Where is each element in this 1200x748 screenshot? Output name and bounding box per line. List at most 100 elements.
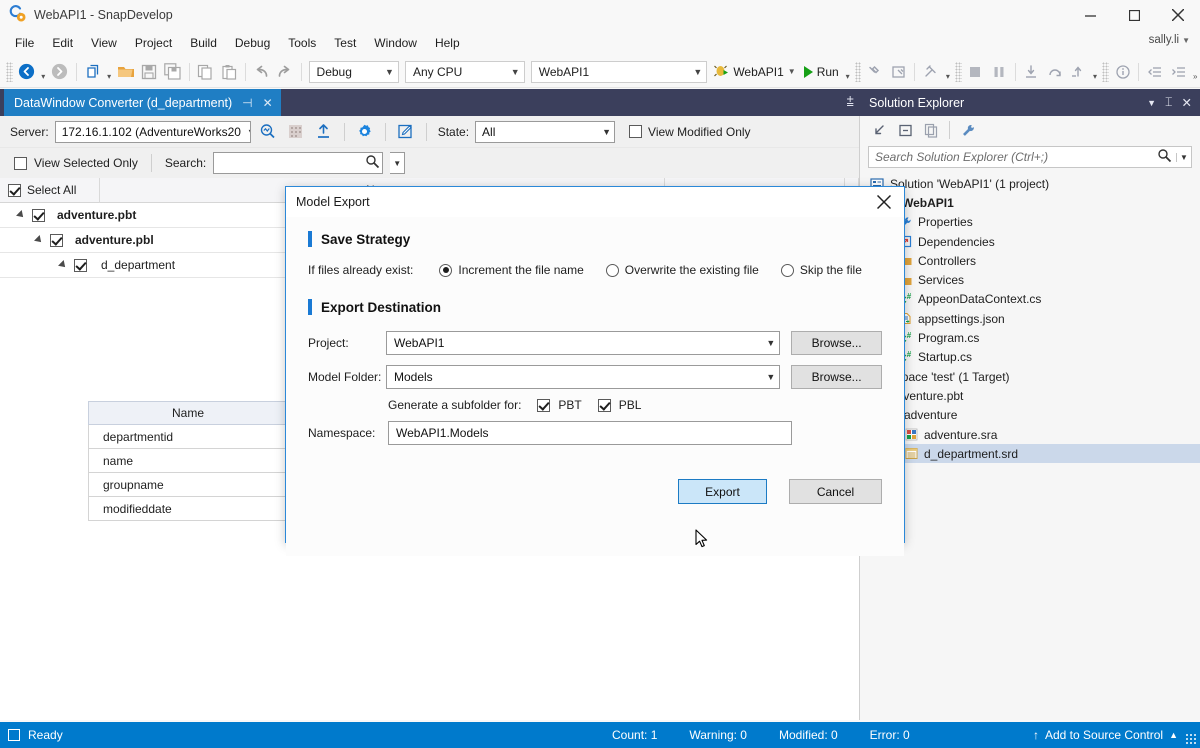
search-icon[interactable] (1157, 148, 1176, 166)
toolbar-overflow-icon[interactable]: » (1190, 60, 1200, 84)
close-icon[interactable] (864, 187, 904, 217)
radio-overwrite-existing-file[interactable]: Overwrite the existing file (605, 263, 759, 277)
hammer-icon[interactable] (863, 60, 887, 84)
stop-icon[interactable] (964, 60, 988, 84)
inspect-query-icon[interactable] (257, 121, 279, 143)
solution-explorer-search[interactable]: Search Solution Explorer (Ctrl+;) ▼ (868, 146, 1192, 168)
tree-item-appsettings[interactable]: appsettings.json (860, 309, 1200, 328)
expander-icon[interactable] (34, 235, 44, 245)
cancel-button[interactable]: Cancel (789, 479, 882, 504)
menu-item-view[interactable]: View (82, 32, 126, 54)
tab-overflow-icon[interactable]: ⩲ (846, 94, 854, 110)
show-all-files-icon[interactable] (894, 119, 916, 141)
row-checkbox[interactable] (32, 208, 45, 222)
step-over-icon[interactable] (1043, 60, 1067, 84)
rebuild-caret-icon[interactable]: ▾ (943, 60, 953, 84)
paste-icon[interactable] (217, 60, 241, 84)
copy-icon[interactable] (194, 60, 218, 84)
pause-icon[interactable] (987, 60, 1011, 84)
settings-gear-icon[interactable] (354, 121, 376, 143)
search-icon[interactable] (365, 154, 380, 172)
outdent-icon[interactable] (1143, 60, 1167, 84)
open-folder-icon[interactable] (114, 60, 138, 84)
tree-item-program[interactable]: C# Program.cs (860, 328, 1200, 347)
expander-icon[interactable] (16, 210, 26, 220)
row-checkbox[interactable] (74, 258, 87, 272)
add-to-source-control-button[interactable]: ↑ Add to Source Control ▲ (1033, 728, 1178, 742)
menu-item-help[interactable]: Help (426, 32, 469, 54)
menu-item-tools[interactable]: Tools (279, 32, 325, 54)
step-into-icon[interactable] (1020, 60, 1044, 84)
new-item-icon[interactable] (81, 60, 105, 84)
export-button[interactable]: Export (678, 479, 767, 504)
pin-icon[interactable]: ⊣ (242, 96, 252, 110)
startup-project-combo[interactable]: WebAPI1 ▼ (530, 60, 708, 83)
close-icon[interactable]: ✕ (263, 96, 273, 110)
tree-item-solution[interactable]: Solution 'WebAPI1' (1 project) (860, 174, 1200, 193)
forward-arrow-icon[interactable] (48, 60, 72, 84)
step-out-icon[interactable] (1067, 60, 1091, 84)
radio-skip-file[interactable]: Skip the file (780, 263, 862, 277)
search-input-wrap[interactable] (213, 152, 384, 174)
toolbar-grip-4[interactable] (1101, 61, 1109, 82)
collapse-all-icon[interactable] (868, 119, 890, 141)
tree-item-adventure-sra[interactable]: adventure.sra (860, 425, 1200, 444)
tree-item-appeondatacontext[interactable]: C# AppeonDataContext.cs (860, 290, 1200, 309)
radio-button[interactable] (780, 263, 794, 277)
row-checkbox[interactable] (50, 233, 63, 247)
radio-button[interactable] (605, 263, 619, 277)
configuration-combo[interactable]: Debug ▼ (308, 60, 399, 83)
run-button[interactable]: Run (800, 65, 843, 79)
debug-target-button[interactable]: WebAPI1 ▼ (710, 63, 799, 81)
state-combo[interactable]: All ▼ (475, 120, 616, 143)
tree-item-dependencies[interactable]: Dependencies (860, 232, 1200, 251)
properties-wrench-icon[interactable] (957, 119, 979, 141)
user-account-menu[interactable]: sally.li ▼ (1149, 34, 1190, 46)
tree-item-d-department-srd[interactable]: d_department.srd (860, 444, 1200, 464)
document-tab-datawindow-converter[interactable]: DataWindow Converter (d_department) ⊣ ✕ (4, 89, 281, 116)
select-all-header[interactable]: Select All (0, 177, 100, 203)
list-item[interactable]: modifieddate (88, 497, 288, 521)
info-circle-icon[interactable] (1111, 60, 1135, 84)
subfolder-pbt-checkbox[interactable] (537, 398, 551, 412)
toolbar-grip-3[interactable] (954, 61, 962, 82)
chevron-down-icon[interactable]: ▼ (1147, 98, 1156, 108)
minimize-button[interactable] (1068, 0, 1112, 30)
menu-item-file[interactable]: File (6, 32, 43, 54)
toolbar-grip-2[interactable] (854, 61, 862, 82)
back-dropdown-caret-icon[interactable]: ▾ (38, 60, 48, 84)
namespace-input[interactable]: WebAPI1.Models (388, 421, 792, 445)
save-icon[interactable] (138, 60, 162, 84)
tree-item-controllers[interactable]: Controllers (860, 251, 1200, 270)
tree-item-properties[interactable]: Properties (860, 213, 1200, 232)
pin-icon[interactable]: ⌶ (1165, 95, 1173, 110)
list-item[interactable]: departmentid (88, 425, 288, 449)
chevron-down-icon[interactable]: ▼ (1176, 152, 1191, 162)
step-caret-icon[interactable]: ▾ (1090, 60, 1100, 84)
list-item[interactable]: name (88, 449, 288, 473)
tree-item-adventure[interactable]: adventure (860, 406, 1200, 425)
resize-grip[interactable] (1185, 733, 1197, 745)
tree-item-services[interactable]: Services (860, 270, 1200, 289)
model-folder-combo[interactable]: Models ▼ (386, 365, 781, 389)
edit-model-icon[interactable] (395, 121, 417, 143)
select-all-checkbox[interactable] (8, 183, 21, 197)
search-dropdown-button[interactable]: ▼ (390, 152, 406, 174)
tree-item-startup[interactable]: C# Startup.cs (860, 348, 1200, 367)
grid-icon[interactable] (285, 121, 307, 143)
subfolder-pbl-checkbox[interactable] (597, 398, 611, 412)
export-upload-icon[interactable] (313, 121, 335, 143)
radio-increment-file-name[interactable]: Increment the file name (439, 263, 584, 277)
undo-icon[interactable] (250, 60, 274, 84)
back-arrow-icon[interactable] (15, 60, 39, 84)
menu-item-build[interactable]: Build (181, 32, 226, 54)
maximize-button[interactable] (1112, 0, 1156, 30)
expander-icon[interactable] (58, 260, 68, 270)
rebuild-icon[interactable] (919, 60, 943, 84)
list-item[interactable]: groupname (88, 473, 288, 497)
model-folder-browse-button[interactable]: Browse... (791, 365, 882, 389)
menu-item-test[interactable]: Test (325, 32, 365, 54)
view-selected-only-checkbox[interactable] (14, 156, 27, 170)
search-input[interactable] (214, 154, 366, 172)
view-modified-only-checkbox[interactable] (629, 125, 643, 138)
